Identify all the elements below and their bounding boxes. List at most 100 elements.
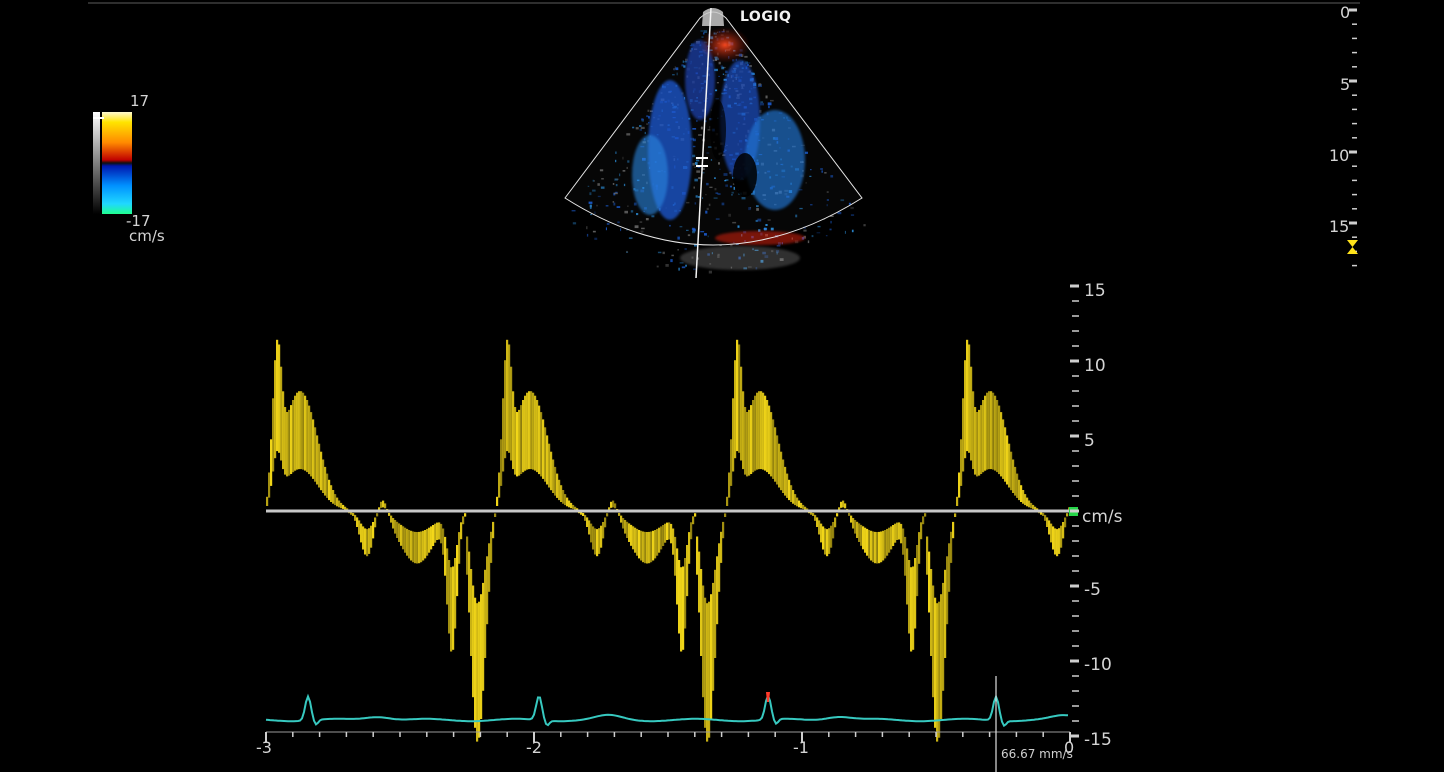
spectrum-column <box>1060 525 1063 548</box>
spectrum-column <box>548 443 551 488</box>
speckle-dot <box>715 192 719 194</box>
speckle-dot <box>729 185 732 188</box>
spectrum-column <box>610 501 613 508</box>
speckle-dot <box>826 204 828 207</box>
spectrum-column <box>498 472 501 498</box>
spectrum-column <box>374 517 377 528</box>
spectrum-column <box>790 485 793 502</box>
spectrum-column <box>722 521 725 539</box>
speckle-dot <box>692 128 697 130</box>
spectrum-column <box>268 472 271 498</box>
speckle-dot <box>737 225 740 228</box>
spectrum-column <box>636 528 639 556</box>
spectrum-column <box>424 530 427 559</box>
spectrum-column <box>522 400 525 473</box>
speckle-dot <box>803 229 807 232</box>
speckle-dot <box>749 65 752 68</box>
spectrum-column <box>422 530 425 561</box>
speckle-dot <box>615 151 617 154</box>
spectrum-column <box>624 520 627 534</box>
spectrum-column <box>300 391 303 470</box>
speckle-dot <box>724 74 727 76</box>
spectrum-column <box>488 543 491 592</box>
speckle-dot <box>624 210 628 214</box>
spectrum-column <box>726 496 729 506</box>
spectrum-column <box>1062 522 1065 539</box>
speckle-dot <box>705 210 708 214</box>
speckle-dot <box>646 123 649 125</box>
spectrum-column <box>716 556 719 625</box>
speckle-dot <box>639 125 642 127</box>
spectrum-column <box>306 400 309 473</box>
spectrum-column <box>698 551 701 613</box>
speckle-dot <box>810 169 812 171</box>
spectrum-column <box>992 392 995 470</box>
spectrum-column <box>478 601 481 738</box>
spectrum-column <box>732 398 735 472</box>
depth-scale-ticks <box>1349 8 1357 267</box>
spectrum-column <box>308 405 311 475</box>
time-axis-ticks <box>265 732 1071 742</box>
spectrum-column <box>1022 490 1025 504</box>
spectrum-column <box>340 502 343 509</box>
spectrum-column <box>832 522 835 539</box>
speckle-dot <box>627 160 630 163</box>
speckle-dot <box>748 207 751 211</box>
spectrum-column <box>856 521 859 538</box>
spectrum-column <box>714 569 717 658</box>
spectrum-column <box>1058 528 1061 554</box>
spectrum-column <box>450 567 453 652</box>
spectrum-column <box>472 585 475 698</box>
spectrum-column <box>786 473 789 498</box>
spectrum-column <box>598 528 601 554</box>
speckle-dot <box>714 177 716 179</box>
speckle-dot <box>634 225 639 229</box>
speckle-dot <box>657 251 662 254</box>
spectrum-column <box>656 528 659 556</box>
speckle-dot <box>710 109 712 111</box>
speckle-dot <box>829 228 832 231</box>
spectrum-column <box>482 582 485 691</box>
spectrum-column <box>648 531 651 564</box>
speckle-dot <box>590 214 592 216</box>
spectrum-column <box>796 497 799 507</box>
speckle-dot <box>720 65 723 67</box>
spectrum-column <box>456 545 459 597</box>
spectrum-column <box>436 522 439 540</box>
speckle-dot <box>715 218 720 220</box>
speckle-dot <box>696 170 701 173</box>
spectrum-column <box>646 532 649 564</box>
speckle-dot <box>725 70 728 74</box>
spectrum-column <box>730 439 733 486</box>
spectrum-column <box>960 439 963 486</box>
spectrum-column <box>770 412 773 477</box>
speckle-dot <box>709 186 713 188</box>
spectrum-column <box>532 392 535 470</box>
spectrum-column <box>632 526 635 550</box>
spectrum-column <box>880 531 883 563</box>
spectrum-column <box>670 523 673 544</box>
speckle-dot <box>614 178 618 181</box>
spectrum-column <box>572 504 575 509</box>
spectrum-column <box>500 439 503 486</box>
spectrum-column <box>550 451 553 491</box>
spectrum-column <box>1034 506 1037 510</box>
velocity-label-15: 15 <box>1084 281 1106 301</box>
spectrum-column <box>426 528 429 556</box>
spectrum-column <box>982 400 985 473</box>
spectrum-column <box>1046 517 1049 527</box>
velocity-label-neg5: -5 <box>1084 580 1101 600</box>
spectrum-column <box>462 516 465 525</box>
spectrum-column <box>944 569 947 658</box>
spectrum-column <box>882 530 885 561</box>
spectrum-column <box>854 520 857 534</box>
speckle-dot <box>623 183 626 187</box>
spectrum-column <box>326 473 329 498</box>
spectrum-column <box>544 427 547 482</box>
spectrum-column <box>568 500 571 508</box>
spectrum-column <box>818 520 821 535</box>
speckle-dot <box>799 207 803 210</box>
spectrum-column <box>266 496 269 506</box>
spectrum-column <box>912 566 915 650</box>
spectrum-column <box>928 551 931 613</box>
